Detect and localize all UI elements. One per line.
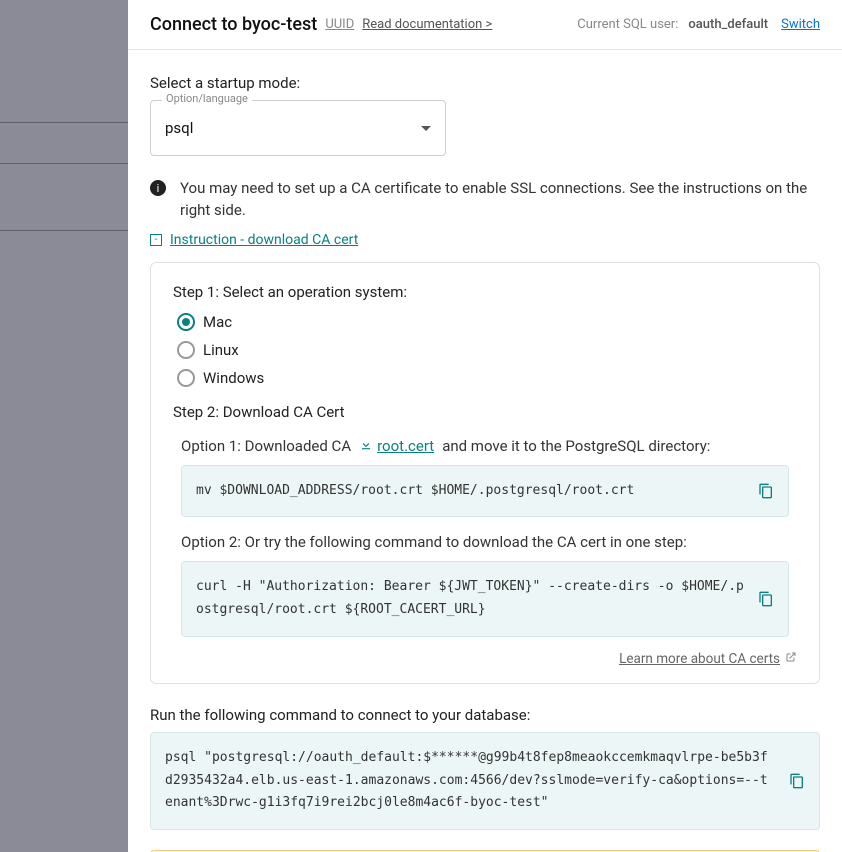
- instruction-toggle-label: Instruction - download CA cert: [170, 232, 358, 248]
- current-user-value: oauth_default: [688, 17, 768, 32]
- instruction-toggle[interactable]: - Instruction - download CA cert: [150, 232, 820, 248]
- option2-text: Option 2: Or try the following command t…: [181, 533, 797, 551]
- code-text: curl -H "Authorization: Bearer ${JWT_TOK…: [196, 579, 744, 617]
- option2-label: Option 2: Or try the following command t…: [181, 533, 687, 551]
- copy-button[interactable]: [754, 479, 778, 503]
- connect-code-block: psql "postgresql://oauth_default:$******…: [150, 732, 820, 830]
- external-link-icon: [785, 651, 797, 667]
- radio-label: Windows: [203, 369, 264, 387]
- root-cert-download-link[interactable]: root.cert: [359, 437, 434, 455]
- sidebar-divider: [0, 122, 128, 123]
- code-text: psql "postgresql://oauth_default:$******…: [165, 750, 768, 811]
- sidebar: [0, 0, 128, 852]
- copy-button[interactable]: [754, 587, 778, 611]
- radio-icon: [177, 313, 195, 331]
- radio-label: Mac: [203, 313, 232, 331]
- info-text: You may need to set up a CA certificate …: [180, 178, 820, 222]
- root-cert-label: root.cert: [377, 437, 434, 455]
- os-radio-group: Mac Linux Windows: [177, 313, 797, 387]
- code-text: mv $DOWNLOAD_ADDRESS/root.crt $HOME/.pos…: [196, 483, 634, 498]
- info-icon: i: [150, 180, 166, 196]
- option1-code-block: mv $DOWNLOAD_ADDRESS/root.crt $HOME/.pos…: [181, 465, 789, 518]
- documentation-link[interactable]: Read documentation >: [362, 17, 492, 32]
- uuid-link[interactable]: UUID: [325, 17, 354, 32]
- option1-suffix: and move it to the PostgreSQL directory:: [442, 437, 710, 455]
- download-icon: [359, 437, 373, 455]
- learn-more-label: Learn more about CA certs: [619, 651, 780, 667]
- radio-label: Linux: [203, 341, 239, 359]
- os-radio-mac[interactable]: Mac: [177, 313, 797, 331]
- chevron-down-icon: [421, 126, 431, 131]
- switch-user-link[interactable]: Switch: [781, 17, 820, 32]
- radio-icon: [177, 341, 195, 359]
- main-content: Connect to byoc-test UUID Read documenta…: [128, 0, 842, 852]
- radio-icon: [177, 369, 195, 387]
- copy-button[interactable]: [785, 769, 809, 793]
- learn-more-link[interactable]: Learn more about CA certs: [619, 651, 797, 667]
- header-bar: Connect to byoc-test UUID Read documenta…: [128, 0, 842, 50]
- step2-label: Step 2: Download CA Cert: [173, 403, 797, 421]
- page-title: Connect to byoc-test: [150, 14, 317, 35]
- step1-label: Step 1: Select an operation system:: [173, 283, 797, 301]
- select-legend: Option/language: [162, 92, 252, 105]
- current-user-label: Current SQL user:: [577, 17, 678, 32]
- connect-cmd-label: Run the following command to connect to …: [150, 706, 820, 724]
- info-message: i You may need to set up a CA certificat…: [150, 178, 820, 222]
- sidebar-divider: [0, 163, 128, 164]
- option1-prefix: Option 1: Downloaded CA: [181, 437, 351, 455]
- option2-code-block: curl -H "Authorization: Bearer ${JWT_TOK…: [181, 561, 789, 637]
- select-value: psql: [165, 119, 193, 137]
- instruction-card: Step 1: Select an operation system: Mac …: [150, 262, 820, 684]
- startup-mode-label: Select a startup mode:: [150, 74, 820, 92]
- startup-mode-select[interactable]: psql: [150, 100, 446, 156]
- collapse-icon: -: [150, 234, 162, 246]
- os-radio-windows[interactable]: Windows: [177, 369, 797, 387]
- sidebar-divider: [0, 230, 128, 231]
- os-radio-linux[interactable]: Linux: [177, 341, 797, 359]
- option1-text: Option 1: Downloaded CA root.cert and mo…: [181, 437, 797, 455]
